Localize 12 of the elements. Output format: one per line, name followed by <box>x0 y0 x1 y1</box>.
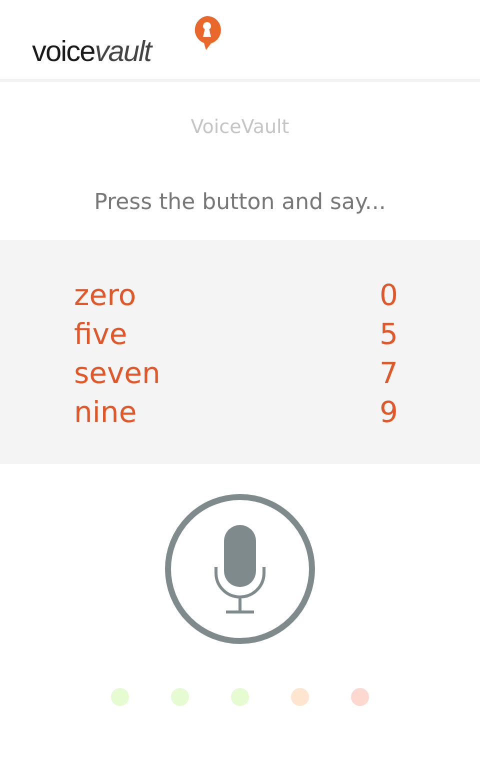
digit-word: zero <box>74 277 136 314</box>
digit-number: 9 <box>380 394 398 431</box>
digit-number: 7 <box>380 355 398 392</box>
digit-word: seven <box>74 355 160 392</box>
digit-word: five <box>74 316 128 353</box>
app-title: VoiceVault <box>190 116 290 140</box>
digit-number: 0 <box>380 277 398 314</box>
digit-number: 5 <box>380 316 398 353</box>
logo: voicevault <box>32 36 151 69</box>
prompt-text: Press the button and say... <box>93 190 387 217</box>
keyhole-icon <box>192 15 222 51</box>
digit-word: nine <box>74 394 137 431</box>
